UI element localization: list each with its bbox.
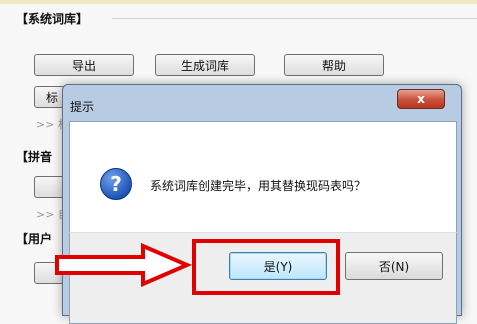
- question-icon: ?: [100, 168, 132, 200]
- dialog-message: 系统词库创建完毕，用其替换现码表吗？: [150, 179, 367, 193]
- top-strip: [0, 0, 477, 4]
- generate-dict-button[interactable]: 生成词库: [155, 54, 255, 76]
- highlight-box: [192, 239, 340, 295]
- arrow-right-icon: [55, 243, 193, 287]
- pinyin-section-title: 【拼音: [16, 150, 53, 164]
- help-button[interactable]: 帮助: [284, 54, 384, 76]
- section-divider: [112, 18, 477, 19]
- no-button[interactable]: 否(N): [345, 252, 443, 280]
- close-button[interactable]: x: [397, 89, 445, 109]
- export-button[interactable]: 导出: [34, 54, 134, 76]
- close-icon: x: [417, 92, 425, 106]
- user-section-title: 【用户: [16, 232, 53, 246]
- system-dict-title: 【系统词库】: [16, 12, 89, 26]
- dialog-title: 提示: [70, 100, 95, 114]
